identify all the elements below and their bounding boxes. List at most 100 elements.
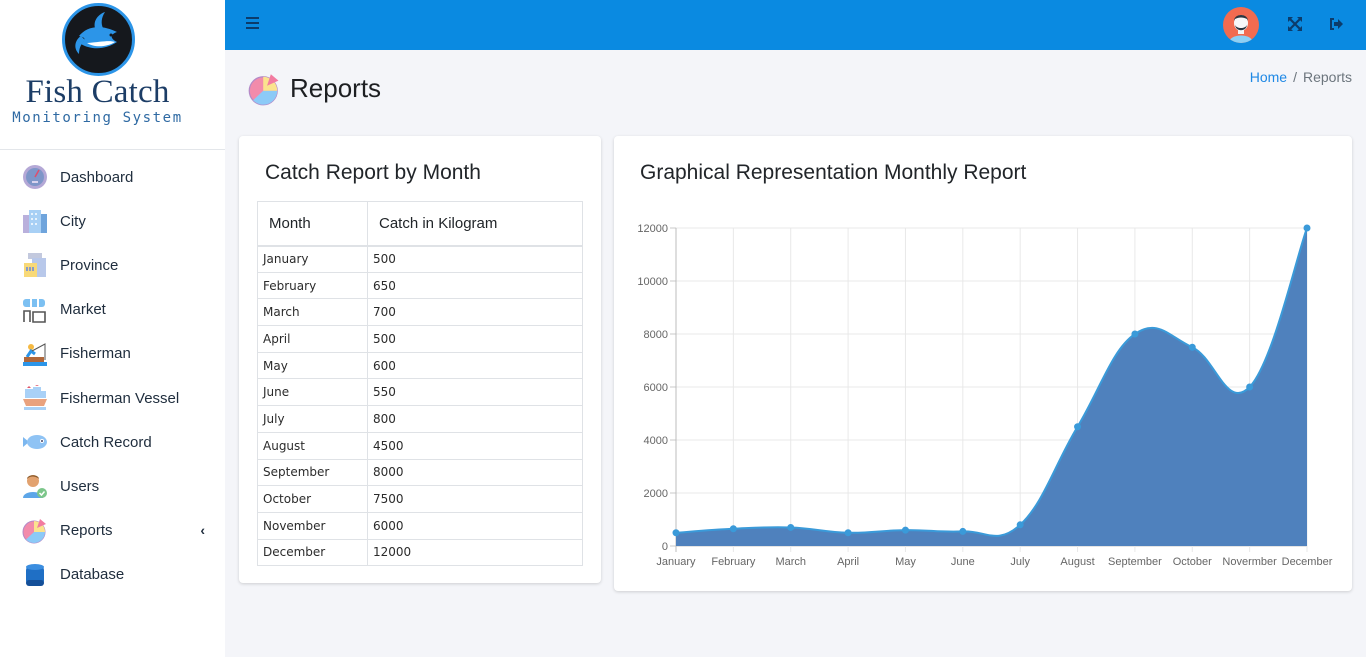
month-cell: February — [257, 271, 368, 300]
month-cell: August — [257, 431, 368, 460]
month-cell: October — [257, 485, 368, 513]
sidebar-item-fisherman-vessel[interactable]: Fisherman Vessel — [0, 376, 225, 420]
data-point — [729, 525, 737, 533]
table-row: May 600 — [257, 351, 583, 380]
catch-cell: 7500 — [367, 485, 583, 513]
sidebar-item-dashboard[interactable]: Dashboard — [0, 155, 225, 199]
catch-cell: 700 — [367, 298, 583, 327]
x-tick-label: Novermber — [1222, 556, 1277, 568]
brand-title: Fish Catch — [25, 74, 170, 110]
y-tick-label: 2000 — [644, 488, 668, 500]
column-header-catch: Catch in Kilogram — [367, 201, 583, 247]
fisherman-icon — [22, 341, 48, 367]
sidebar-item-province[interactable]: Province — [0, 243, 225, 287]
data-point — [1246, 383, 1254, 391]
sign-out-icon[interactable] — [1327, 15, 1345, 33]
catch-cell: 4500 — [367, 431, 583, 460]
catch-cell: 8000 — [367, 458, 583, 487]
table-row: January 500 — [257, 245, 583, 273]
catch-cell: 500 — [367, 325, 583, 353]
month-cell: March — [257, 298, 368, 327]
x-tick-label: October — [1173, 556, 1212, 568]
table-row: December 12000 — [257, 538, 583, 567]
month-cell: June — [257, 378, 368, 407]
catch-cell: 650 — [367, 271, 583, 300]
data-point — [787, 523, 795, 531]
brand: Fish Catch Monitoring System — [0, 0, 225, 150]
catch-cell: 550 — [367, 378, 583, 407]
sidebar-item-label: Users — [60, 477, 100, 495]
catch-cell: 12000 — [367, 538, 583, 567]
fish-icon — [22, 429, 48, 455]
x-tick-label: March — [775, 556, 806, 568]
data-point — [1303, 224, 1311, 232]
month-cell: November — [257, 511, 368, 540]
shark-logo-icon[interactable] — [62, 3, 135, 76]
sidebar-item-city[interactable]: City — [0, 199, 225, 243]
sidebar-item-label: Dashboard — [60, 168, 134, 186]
x-tick-label: January — [656, 556, 696, 568]
pie-chart-icon — [22, 518, 48, 544]
province-building-icon — [22, 252, 48, 278]
month-cell: January — [257, 245, 368, 273]
sidebar-item-label: Database — [60, 566, 125, 584]
page-title: Reports — [290, 73, 382, 103]
catch-cell: 800 — [367, 405, 583, 433]
sidebar-item-label: Fisherman Vessel — [60, 389, 180, 407]
table-row: November 6000 — [257, 511, 583, 540]
data-point — [1016, 521, 1024, 529]
sidebar-item-market[interactable]: Market — [0, 288, 225, 332]
y-tick-label: 12000 — [637, 223, 668, 235]
x-tick-label: July — [1010, 556, 1030, 568]
column-header-month: Month — [257, 201, 368, 247]
data-point — [959, 527, 967, 535]
month-cell: December — [257, 538, 368, 567]
y-tick-label: 6000 — [644, 382, 668, 394]
vessel-ship-icon — [22, 385, 48, 411]
catch-report-table: Month Catch in Kilogram January 500 Februa… — [257, 201, 583, 567]
month-cell: July — [257, 405, 368, 433]
x-tick-label: December — [1282, 556, 1333, 568]
x-tick-label: February — [711, 556, 756, 568]
catch-cell: 600 — [367, 351, 583, 380]
sidebar-item-label: Fisherman — [60, 345, 131, 363]
breadcrumb: Home / Reports — [1250, 69, 1352, 85]
data-point — [901, 526, 909, 534]
table-row: September 8000 — [257, 458, 583, 487]
chevron-left-icon[interactable]: ‹ — [200, 522, 205, 538]
sidebar-item-users[interactable]: Users — [0, 464, 225, 508]
sidebar-item-label: Province — [60, 256, 119, 274]
sidebar-item-reports[interactable]: Reports ‹ — [0, 509, 225, 553]
month-cell: April — [257, 325, 368, 353]
month-cell: May — [257, 351, 368, 380]
catch-report-card: Catch Report by Month Month Catch in Kil… — [239, 136, 601, 583]
sidebar-item-database[interactable]: Database — [0, 553, 225, 597]
data-point — [1188, 343, 1196, 351]
expand-icon[interactable] — [1286, 15, 1304, 33]
x-tick-label: September — [1108, 556, 1162, 568]
card-title: Catch Report by Month — [265, 161, 481, 184]
y-tick-label: 0 — [662, 541, 668, 553]
monthly-chart-card: Graphical Representation Monthly Report … — [614, 136, 1352, 591]
brand-subtitle: Monitoring System — [12, 110, 183, 126]
breadcrumb-separator: / — [1293, 69, 1297, 85]
data-point — [672, 529, 680, 537]
catch-cell: 6000 — [367, 511, 583, 540]
topbar — [225, 0, 1366, 50]
breadcrumb-home-link[interactable]: Home — [1250, 69, 1287, 85]
table-row: August 4500 — [257, 431, 583, 460]
breadcrumb-current: Reports — [1302, 69, 1352, 85]
reports-pie-chart-icon — [248, 73, 281, 106]
city-buildings-icon — [22, 208, 48, 234]
user-check-icon — [22, 473, 48, 499]
hamburger-icon[interactable] — [246, 17, 259, 31]
sidebar-item-label: City — [60, 212, 86, 230]
sidebar-item-label: Market — [60, 301, 106, 319]
sidebar-item-fisherman[interactable]: Fisherman — [0, 332, 225, 376]
y-tick-label: 8000 — [644, 329, 668, 341]
x-tick-label: June — [951, 556, 975, 568]
table-row: June 550 — [257, 378, 583, 407]
sidebar-item-label: Reports — [60, 522, 113, 540]
sidebar-item-catch-record[interactable]: Catch Record — [0, 420, 225, 464]
user-avatar[interactable] — [1223, 7, 1259, 43]
